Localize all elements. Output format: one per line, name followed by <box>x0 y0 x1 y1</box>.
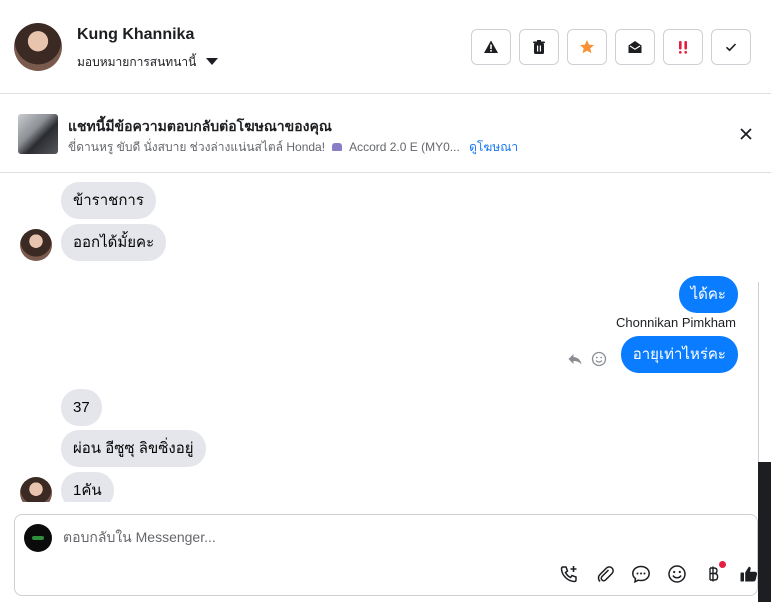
trash-icon <box>533 40 545 54</box>
view-ad-link[interactable]: ดูโฆษณา <box>469 140 518 154</box>
thumbs-up-icon <box>740 566 758 582</box>
mark-unread-button[interactable] <box>615 29 655 65</box>
message-actions <box>567 351 607 367</box>
follow-up-button[interactable] <box>663 29 703 65</box>
smiley-icon <box>668 565 686 583</box>
star-icon <box>580 40 594 54</box>
ad-reply-banner: แชทนี้มีข้อความตอบกลับต่อโฆษณาของคุณ ขี่… <box>0 95 771 173</box>
conversation-header: Kung Khannika มอบหมายการสนทนานี้ <box>0 0 771 94</box>
saved-replies-button[interactable] <box>630 563 652 585</box>
reply-icon[interactable] <box>567 351 583 367</box>
message-bubble-incoming[interactable]: ผ่อน อีซูซุ ลิขซิ่งอยู่ <box>61 430 206 467</box>
contact-name[interactable]: Kung Khannika <box>77 26 194 44</box>
close-icon[interactable] <box>737 125 755 143</box>
ad-model: Accord 2.0 E (MY0... <box>349 140 460 154</box>
page-avatar <box>24 524 52 552</box>
reply-input[interactable] <box>63 529 663 545</box>
notification-dot <box>719 561 726 568</box>
assign-dropdown[interactable]: มอบหมายการสนทนานี้ <box>77 53 219 72</box>
contact-avatar-small <box>20 477 52 502</box>
double-exclamation-icon <box>679 41 687 54</box>
assign-label: มอบหมายการสนทนานี้ <box>77 55 197 69</box>
message-bubble-incoming[interactable]: ข้าราชการ <box>61 182 156 219</box>
car-emoji-icon <box>332 143 343 151</box>
mark-spam-button[interactable] <box>471 29 511 65</box>
message-thread[interactable]: ข้าราชการ ออกได้มั้ยคะ ได้คะ Chonnikan P… <box>0 174 771 502</box>
envelope-open-icon <box>628 41 642 53</box>
contact-avatar[interactable] <box>14 23 62 71</box>
phone-plus-icon <box>560 566 577 583</box>
message-bubble-outgoing[interactable]: ได้คะ <box>678 276 738 313</box>
message-bubble-incoming[interactable]: 37 <box>61 389 102 426</box>
contact-avatar-small <box>20 229 52 261</box>
message-composer <box>14 514 758 596</box>
attach-button[interactable] <box>594 563 616 585</box>
ad-banner-title: แชทนี้มีข้อความตอบกลับต่อโฆษณาของคุณ <box>68 118 332 134</box>
ad-description: ขี่ดานหรู ขับดี นั่งสบาย ช่วงล่างแน่นสไต… <box>68 140 326 154</box>
payment-button[interactable] <box>702 561 726 585</box>
composer-tools <box>558 561 760 585</box>
star-button[interactable] <box>567 29 607 65</box>
mark-done-button[interactable] <box>711 29 751 65</box>
ad-banner-subtitle: ขี่ดานหรู ขับดี นั่งสบาย ช่วงล่างแน่นสไต… <box>68 138 518 157</box>
warning-icon <box>484 40 498 53</box>
header-actions <box>471 29 751 65</box>
delete-button[interactable] <box>519 29 559 65</box>
paperclip-icon <box>597 566 614 583</box>
emoji-button[interactable] <box>666 563 688 585</box>
emoji-reaction-icon[interactable] <box>591 351 607 367</box>
message-bubble-incoming[interactable]: 1คัน <box>61 472 114 502</box>
like-button[interactable] <box>738 563 760 585</box>
ad-thumbnail[interactable] <box>18 114 58 154</box>
check-icon <box>725 43 737 52</box>
caret-down-icon <box>206 57 219 65</box>
message-bubble-outgoing[interactable]: อายุเท่าไหร่คะ <box>620 336 738 373</box>
chat-bubble-icon <box>632 565 650 584</box>
message-bubble-incoming[interactable]: ออกได้มั้ยคะ <box>61 224 167 261</box>
call-button[interactable] <box>558 563 580 585</box>
sender-name: Chonnikan Pimkham <box>616 315 736 330</box>
